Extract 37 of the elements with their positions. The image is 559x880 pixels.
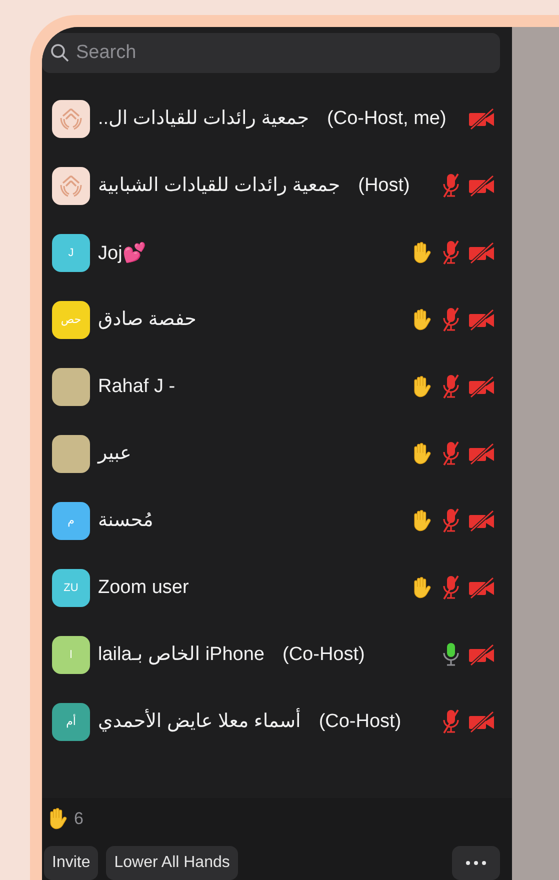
participant-row[interactable]: Rahaf J - bbox=[42, 353, 512, 420]
lower-hands-button[interactable]: Lower All Hands bbox=[106, 846, 238, 880]
raised-hands-count: 6 bbox=[74, 809, 84, 829]
participant-row[interactable]: حص حفصة صادق bbox=[42, 286, 512, 353]
initials-avatar: ZU bbox=[52, 568, 90, 606]
participant-role: (Co-Host, me) bbox=[327, 108, 446, 130]
participant-name: مُحسنة bbox=[98, 509, 154, 532]
participant-row[interactable]: J Joj💕 bbox=[42, 219, 512, 286]
participant-role: (Host) bbox=[358, 174, 410, 196]
participant-name: iPhone الخاص بـlaila bbox=[98, 643, 264, 666]
initials-avatar: م bbox=[52, 502, 90, 540]
participant-name: حفصة صادق bbox=[98, 308, 196, 331]
participant-name: جمعية رائدات للقيادات ال.. bbox=[98, 107, 310, 130]
initials-avatar: حص bbox=[52, 300, 90, 338]
initials-avatar: l bbox=[52, 636, 90, 674]
search-field[interactable]: Search bbox=[42, 33, 500, 73]
invite-button[interactable]: Invite bbox=[44, 846, 98, 880]
initials-avatar: J bbox=[52, 234, 90, 272]
participant-role: (Co-Host) bbox=[318, 710, 402, 732]
search-icon bbox=[50, 43, 70, 63]
participant-name: جمعية رائدات للقيادات الشبابية bbox=[98, 174, 340, 197]
photo-placeholder bbox=[52, 434, 90, 472]
initials-avatar: أم bbox=[52, 702, 90, 740]
logo-avatar bbox=[52, 166, 90, 204]
participant-row[interactable]: ZU Zoom user bbox=[42, 554, 512, 621]
participant-name: Zoom user bbox=[98, 576, 189, 598]
participant-row[interactable]: م مُحسنة bbox=[42, 487, 512, 554]
logo-avatar bbox=[52, 100, 90, 138]
participant-name: عبير bbox=[98, 442, 132, 465]
participant-role: (Co-Host) bbox=[282, 644, 365, 666]
photo-placeholder bbox=[52, 368, 90, 406]
more-icon bbox=[466, 861, 486, 865]
participant-name: Joj💕 bbox=[98, 241, 146, 264]
participant-row[interactable]: عبير bbox=[42, 420, 512, 487]
more-button[interactable] bbox=[452, 846, 500, 880]
participant-name: Rahaf J - bbox=[98, 376, 176, 398]
participant-name: أسماء معلا عايض الأحمدي bbox=[98, 710, 301, 733]
